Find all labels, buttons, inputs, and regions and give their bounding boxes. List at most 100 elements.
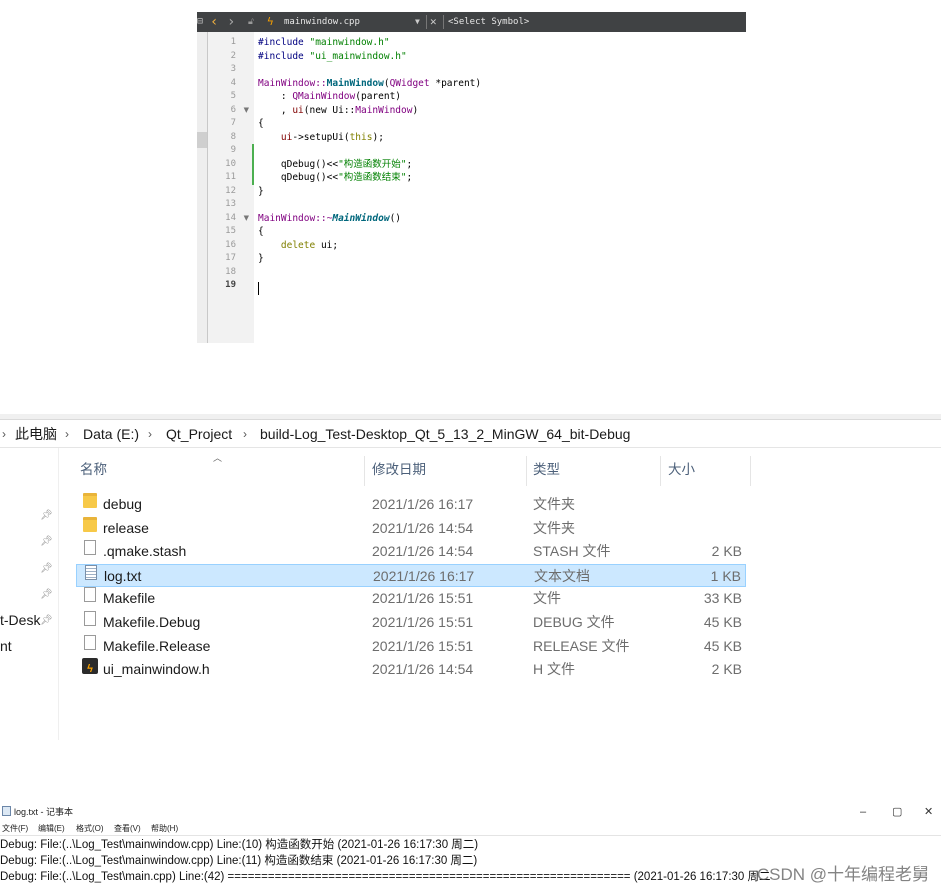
breadcrumb[interactable]: › 此电脑 › Data (E:) › Qt_Project › build-L… — [0, 421, 941, 448]
gutter-row: 14 ▼ — [208, 212, 254, 226]
log-line: Debug: File:(..\Log_Test\main.cpp) Line:… — [0, 871, 771, 883]
minimize-icon[interactable]: – — [860, 802, 866, 822]
line-number: 12 — [225, 185, 236, 196]
nav-item-truncated[interactable]: t-Desk — [0, 612, 40, 628]
column-divider[interactable] — [364, 456, 365, 486]
breadcrumb-separator-icon: › — [2, 427, 6, 441]
file-date: 2021/1/26 14:54 — [372, 543, 474, 560]
maximize-icon[interactable]: ▢ — [892, 802, 902, 822]
breadcrumb-this-pc[interactable]: 此电脑 — [15, 421, 57, 447]
file-name: release — [103, 519, 149, 536]
gutter-row: 10 — [208, 157, 254, 171]
column-header-name[interactable]: 名称 — [80, 452, 107, 488]
file-row[interactable]: .qmake.stash 2021/1/26 14:54 STASH 文件 2 KB — [76, 540, 746, 563]
code-line-12: } — [258, 185, 264, 197]
file-row[interactable]: ϟ ui_mainwindow.h 2021/1/26 14:54 H 文件 2 KB — [76, 658, 746, 681]
column-divider[interactable] — [526, 456, 527, 486]
line-number: 3 — [230, 64, 236, 74]
nav-item-truncated[interactable]: nt — [0, 638, 12, 654]
editor-side-strip — [197, 32, 208, 343]
file-date: 2021/1/26 16:17 — [372, 496, 474, 512]
navigation-pane: 📌︎ 📌︎ 📌︎ 📌︎ t-Desk 📌︎ nt — [0, 448, 59, 740]
fold-arrow-icon[interactable]: ▼ — [244, 212, 249, 226]
symbol-selector[interactable]: <Select Symbol> — [448, 12, 648, 32]
watermark-text: CSDN @十年编程老舅 — [756, 865, 929, 884]
lock-icon[interactable]: 🔓︎ — [248, 12, 260, 32]
column-divider[interactable] — [660, 456, 661, 486]
file-name: ui_mainwindow.h — [103, 661, 210, 678]
code-editor: ⊟ ‹ › 🔓︎ ϟ mainwindow.cpp ▼ ✕ <Select Sy… — [197, 12, 746, 343]
file-icon — [84, 611, 96, 626]
file-row[interactable]: Makefile 2021/1/26 15:51 文件 33 KB — [76, 587, 746, 610]
file-explorer: › 此电脑 › Data (E:) › Qt_Project › build-L… — [0, 414, 941, 740]
breadcrumb-drive[interactable]: Data (E:) — [83, 421, 139, 447]
side-strip-marker — [197, 132, 207, 148]
file-size: 2 KB — [711, 543, 742, 560]
code-line-2: #include "ui_mainwindow.h" — [258, 50, 407, 62]
split-icon[interactable]: ⊟ — [197, 12, 205, 32]
toolbar-divider — [426, 15, 427, 29]
file-size: 33 KB — [703, 590, 742, 607]
line-number: 4 — [230, 77, 236, 88]
pin-icon[interactable]: 📌︎ — [40, 536, 53, 548]
pin-icon[interactable]: 📌︎ — [40, 563, 53, 575]
text-cursor — [258, 282, 259, 295]
notepad-title: log.txt - 记事本 — [14, 807, 74, 817]
file-name: Makefile.Debug — [103, 614, 201, 630]
menu-format[interactable]: 格式(O) — [76, 822, 104, 835]
gutter-row: 9 — [208, 144, 254, 158]
file-name: debug — [103, 496, 142, 512]
breadcrumb-qt-project[interactable]: Qt_Project — [166, 421, 232, 447]
pin-icon[interactable]: 📌︎ — [40, 510, 53, 522]
file-size: 1 KB — [710, 567, 741, 584]
column-header-date[interactable]: 修改日期 — [372, 452, 426, 488]
code-line-5: : QMainWindow(parent) — [258, 91, 402, 102]
column-divider[interactable] — [750, 456, 751, 486]
code-line-11: qDebug()<<"构造函数结束"; — [258, 172, 413, 183]
folder-icon — [83, 516, 97, 532]
file-row[interactable]: Makefile.Release 2021/1/26 15:51 RELEASE 文… — [76, 634, 746, 658]
breadcrumb-separator-icon: › — [148, 427, 152, 441]
line-number: 1 — [230, 37, 236, 47]
line-number: 13 — [225, 199, 236, 209]
column-header-type[interactable]: 类型 — [533, 452, 560, 488]
pin-icon[interactable]: 📌︎ — [40, 589, 53, 601]
file-date: 2021/1/26 14:54 — [372, 661, 474, 678]
code-line-16: delete ui; — [280, 239, 339, 251]
menu-file[interactable]: 文件(F) — [2, 822, 28, 835]
file-row[interactable]: release 2021/1/26 14:54 文件夹 — [76, 516, 746, 540]
gutter-row: 15 — [208, 225, 254, 239]
file-row[interactable]: log.txt 2021/1/26 16:17 文本文档 1 KB — [76, 563, 746, 587]
file-row[interactable]: Makefile.Debug 2021/1/26 15:51 DEBUG 文件 45 … — [76, 611, 746, 634]
notepad-title-bar: log.txt - 记事本 – ▢ ✕ — [0, 802, 941, 822]
column-header-size[interactable]: 大小 — [668, 452, 695, 488]
menu-help[interactable]: 帮助(H) — [151, 822, 178, 835]
menu-edit[interactable]: 编辑(E) — [38, 822, 65, 835]
toolbar-divider — [443, 15, 444, 29]
file-icon — [84, 540, 96, 556]
close-icon[interactable]: ✕ — [430, 12, 440, 32]
editor-toolbar: ⊟ ‹ › 🔓︎ ϟ mainwindow.cpp ▼ ✕ <Select Sy… — [197, 12, 746, 32]
file-name: log.txt — [104, 567, 142, 584]
file-date: 2021/1/26 16:17 — [373, 567, 475, 584]
back-arrow-icon[interactable]: ‹ — [210, 12, 222, 32]
line-number: 6 — [230, 104, 236, 115]
menu-view[interactable]: 查看(V) — [114, 822, 141, 835]
close-icon[interactable]: ✕ — [924, 802, 933, 822]
log-line: Debug: File:(..\Log_Test\mainwindow.cpp)… — [0, 855, 478, 867]
gutter-row: 18 — [208, 266, 254, 280]
open-file-name[interactable]: mainwindow.cpp — [284, 12, 404, 32]
file-name: Makefile — [103, 590, 156, 607]
file-size: 2 KB — [711, 661, 742, 678]
explorer-top-edge — [0, 414, 941, 420]
pin-icon[interactable]: 📌︎ — [40, 615, 53, 627]
forward-arrow-icon[interactable]: › — [227, 12, 239, 32]
fold-arrow-icon[interactable]: ▼ — [244, 104, 249, 118]
file-dropdown-icon[interactable]: ▼ — [415, 12, 425, 32]
file-type: 文件夹 — [533, 496, 575, 512]
code-area[interactable]: #include "mainwindow.h" #include "ui_mai… — [254, 32, 746, 343]
file-type: H 文件 — [533, 661, 575, 678]
breadcrumb-build-folder[interactable]: build-Log_Test-Desktop_Qt_5_13_2_MinGW_6… — [260, 421, 630, 447]
file-row[interactable]: debug 2021/1/26 16:17 文件夹 — [76, 493, 746, 516]
gutter-row: 4 — [208, 77, 254, 91]
